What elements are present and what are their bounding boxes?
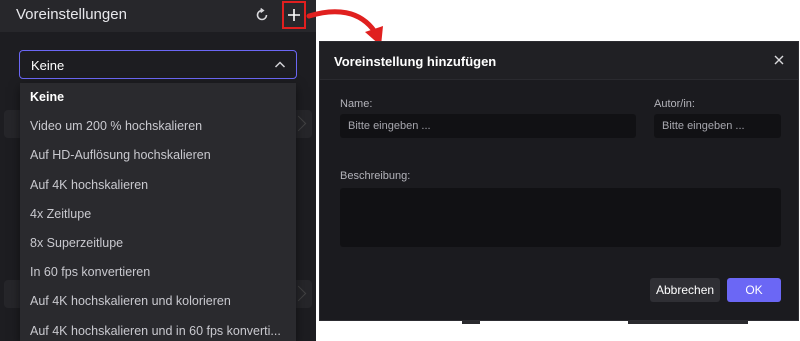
dropdown-item[interactable]: In 60 fps konvertieren (20, 258, 296, 287)
presets-panel: Voreinstellungen Keine Keine Video um 20… (0, 0, 316, 341)
dropdown-item[interactable]: Auf HD-Auflösung hochskalieren (20, 141, 296, 170)
name-input[interactable] (340, 114, 636, 138)
dropdown-item[interactable]: Auf 4K hochskalieren und kolorieren (20, 287, 296, 316)
chevron-up-icon (274, 61, 286, 68)
dropdown-item[interactable]: Auf 4K hochskalieren und in 60 fps konve… (20, 317, 296, 341)
plus-icon (288, 9, 300, 21)
preset-dropdown: Keine Video um 200 % hochskalieren Auf H… (20, 83, 296, 341)
add-preset-button[interactable] (282, 1, 306, 29)
name-label: Name: (340, 98, 373, 110)
description-textarea[interactable] (340, 188, 781, 247)
close-icon[interactable] (772, 53, 786, 67)
dropdown-item[interactable]: Auf 4K hochskalieren (20, 171, 296, 200)
ok-button[interactable]: OK (727, 278, 781, 302)
panel-title: Voreinstellungen (16, 6, 127, 23)
dialog-title: Voreinstellung hinzufügen (334, 54, 497, 69)
add-preset-dialog: Voreinstellung hinzufügen Name: Autor/in… (320, 42, 798, 320)
background-element (628, 320, 748, 324)
preset-select-value: Keine (31, 58, 65, 73)
cancel-button[interactable]: Abbrechen (650, 278, 720, 302)
author-label: Autor/in: (654, 98, 695, 110)
author-input[interactable] (654, 114, 781, 138)
dropdown-item[interactable]: 4x Zeitlupe (20, 200, 296, 229)
dialog-header: Voreinstellung hinzufügen (320, 42, 798, 80)
dropdown-item[interactable]: Video um 200 % hochskalieren (20, 112, 296, 141)
dropdown-item[interactable]: Keine (20, 83, 296, 112)
dropdown-item[interactable]: 8x Superzeitlupe (20, 229, 296, 258)
refresh-icon[interactable] (252, 5, 272, 25)
description-label: Beschreibung: (340, 170, 411, 182)
presets-header: Voreinstellungen (0, 0, 316, 32)
background-element (462, 320, 480, 324)
preset-select[interactable]: Keine (19, 50, 297, 79)
